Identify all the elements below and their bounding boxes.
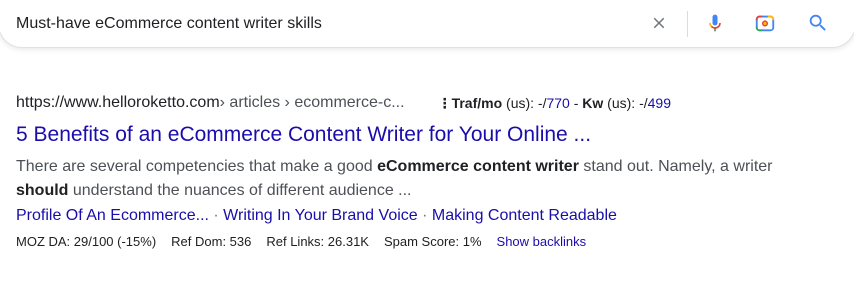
result-url-path[interactable]: › articles › ecommerce-c... <box>220 94 405 112</box>
result-snippet: There are several competencies that make… <box>16 155 776 203</box>
keywords-label: Kw <box>582 95 604 111</box>
moz-spam-score: Spam Score: 1% <box>383 234 482 249</box>
snippet-bold-text: eCommerce content writer <box>377 158 579 175</box>
sitelink-brand-voice[interactable]: Writing In Your Brand Voice <box>223 207 418 224</box>
search-result: https://www.helloroketto.com › articles … <box>16 93 816 249</box>
camera-lens-icon[interactable] <box>753 11 777 35</box>
traffic-prefix: -/ <box>537 95 547 111</box>
sitelink-separator: · <box>417 207 432 224</box>
sitelink-separator: · <box>208 207 224 224</box>
result-title-link[interactable]: 5 Benefits of an eCommerce Content Write… <box>16 122 816 148</box>
moz-metrics-bar: MOZ DA: 29/100 (-15%) Ref Dom: 536 Ref L… <box>16 234 816 249</box>
snippet-bold-text: should <box>16 182 69 199</box>
snippet-text: stand out. Namely, a writer <box>578 158 773 175</box>
show-backlinks-link[interactable]: Show backlinks <box>497 234 587 249</box>
traffic-region: (us): <box>502 95 538 111</box>
moz-ref-domains: Ref Dom: 536 <box>171 234 252 249</box>
traffic-value-link[interactable]: 770 <box>546 95 569 111</box>
search-icon[interactable] <box>806 11 830 35</box>
sitelink-readable[interactable]: Making Content Readable <box>432 207 617 224</box>
search-bar-divider <box>687 11 688 37</box>
search-input[interactable] <box>16 15 616 33</box>
seo-drag-handle-icon[interactable]: ⋮ <box>438 95 452 112</box>
close-icon[interactable] <box>647 11 671 35</box>
search-bar <box>0 0 854 48</box>
traffic-label: Traf/mo <box>451 95 503 111</box>
keywords-value-link[interactable]: 499 <box>648 95 671 111</box>
result-url-domain[interactable]: https://www.helloroketto.com <box>16 94 220 112</box>
mic-icon[interactable] <box>703 11 727 35</box>
seo-separator: - <box>569 95 583 111</box>
moz-ref-links: Ref Links: 26.31K <box>266 234 369 249</box>
sitelinks: Profile Of An Ecommerce... · Writing In … <box>16 205 816 227</box>
result-url-line: https://www.helloroketto.com › articles … <box>16 93 816 113</box>
snippet-text: understand the nuances of different audi… <box>68 182 412 199</box>
snippet-text: There are several competencies that make… <box>16 158 378 175</box>
keywords-region: (us): <box>603 95 640 111</box>
seo-metrics: ⋮ Traf/mo (us): -/ 770 - Kw (us): -/ 499 <box>438 95 671 112</box>
sitelink-profile[interactable]: Profile Of An Ecommerce... <box>16 207 209 224</box>
moz-domain-authority: MOZ DA: 29/100 (-15%) <box>16 234 157 249</box>
keywords-prefix: -/ <box>639 95 648 111</box>
